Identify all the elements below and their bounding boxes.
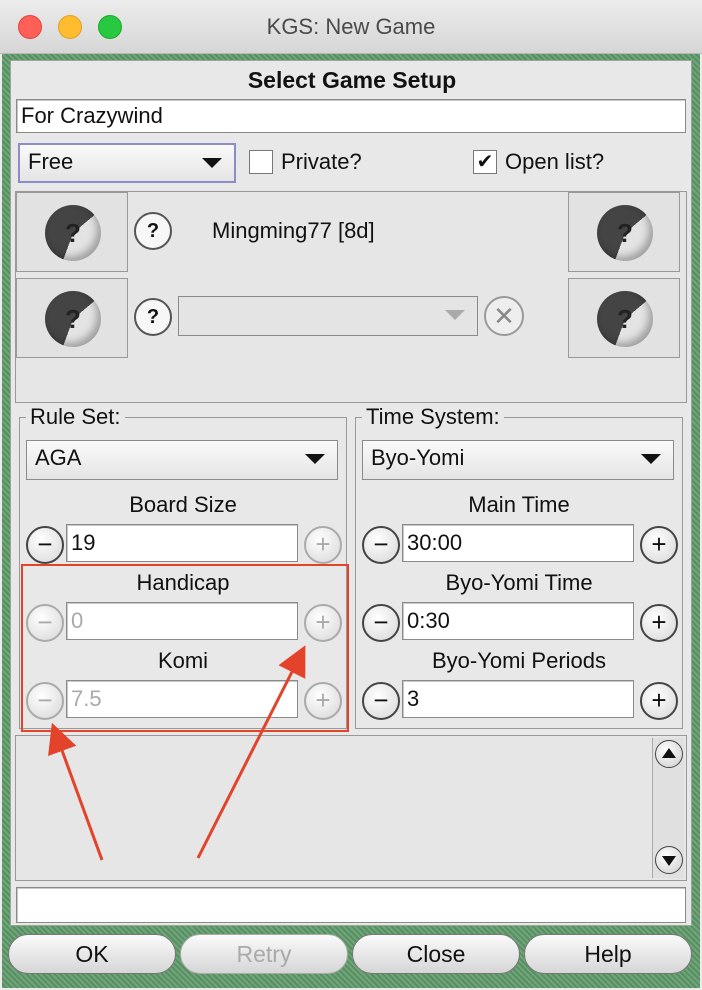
main-time-increment-button[interactable]: + (640, 526, 678, 564)
rule-set-select[interactable]: AGA (26, 440, 338, 480)
chevron-down-icon (445, 310, 465, 320)
byo-yomi-periods-increment-button[interactable]: + (640, 682, 678, 720)
chevron-down-icon (202, 158, 222, 168)
title-bar: KGS: New Game (0, 0, 702, 54)
dialog-frame: Select Game Setup For Crazywind Free Pri… (2, 54, 700, 988)
board-size-decrement-button[interactable]: − (26, 526, 64, 564)
byo-yomi-time-decrement-button[interactable]: − (362, 604, 400, 642)
byo-yomi-periods-decrement-button[interactable]: − (362, 682, 400, 720)
player-name: Mingming77 [8d] (212, 218, 375, 243)
opponent-avatar-black[interactable]: ? (16, 278, 128, 358)
scroll-up-button[interactable] (655, 740, 683, 768)
window-title: KGS: New Game (266, 14, 436, 39)
board-size-label: Board Size (129, 492, 237, 517)
unknown-player-stone-icon: ? (597, 205, 653, 261)
byo-yomi-time-label: Byo-Yomi Time (445, 570, 593, 595)
opponent-select[interactable] (178, 296, 478, 336)
game-type-select[interactable]: Free (18, 143, 236, 183)
help-button[interactable]: Help (524, 934, 692, 974)
opponent-avatar-white[interactable]: ? (568, 278, 680, 358)
main-time-label: Main Time (468, 492, 570, 517)
annotation-highlight-box (21, 564, 349, 732)
open-list-checkbox-label: Open list? (505, 149, 605, 174)
game-description-field[interactable]: For Crazywind (16, 99, 686, 133)
chevron-down-icon (305, 454, 325, 464)
chat-scrollbar[interactable] (652, 738, 684, 878)
dialog-title: Select Game Setup (247, 67, 457, 93)
board-size-field[interactable]: 19 (66, 524, 298, 562)
player-avatar-black[interactable]: ? (16, 192, 128, 272)
private-checkbox-label: Private? (281, 149, 362, 174)
byo-yomi-time-field[interactable]: 0:30 (402, 602, 634, 640)
unknown-player-stone-icon: ? (597, 291, 653, 347)
ok-button[interactable]: OK (8, 934, 176, 974)
main-time-field[interactable]: 30:00 (402, 524, 634, 562)
time-system-select[interactable]: Byo-Yomi (362, 440, 674, 480)
player-avatar-white[interactable]: ? (568, 192, 680, 272)
private-checkbox-box[interactable] (249, 150, 273, 174)
time-system-value: Byo-Yomi (371, 445, 465, 470)
open-list-checkbox-box[interactable]: ✔ (473, 150, 497, 174)
board-size-increment-button[interactable]: + (304, 526, 342, 564)
open-list-checkbox[interactable]: ✔ Open list? (473, 149, 604, 175)
time-system-label: Time System: (362, 404, 504, 430)
arrow-up-icon (662, 748, 676, 758)
player-info-button[interactable]: ? (134, 212, 172, 250)
unknown-player-stone-icon: ? (45, 291, 101, 347)
byo-yomi-periods-label: Byo-Yomi Periods (431, 648, 607, 673)
game-type-value: Free (28, 149, 74, 174)
byo-yomi-periods-field[interactable]: 3 (402, 680, 634, 718)
chat-area[interactable] (15, 735, 687, 881)
time-system-group: Time System: Byo-Yomi Main Time − 30:00 … (355, 404, 683, 729)
chevron-down-icon (641, 454, 661, 464)
dialog-content: Select Game Setup For Crazywind Free Pri… (10, 60, 692, 926)
close-button[interactable]: Close (352, 934, 520, 974)
byo-yomi-time-increment-button[interactable]: + (640, 604, 678, 642)
scroll-down-button[interactable] (655, 846, 683, 874)
checkmark-icon: ✔ (476, 151, 494, 173)
private-checkbox[interactable]: Private? (249, 149, 362, 175)
arrow-down-icon (662, 856, 676, 866)
main-time-decrement-button[interactable]: − (362, 526, 400, 564)
rule-set-value: AGA (35, 445, 82, 470)
retry-button[interactable]: Retry (180, 934, 348, 974)
players-panel: ? ? Mingming77 [8d] ? ? ? ✕ ? (15, 191, 687, 403)
opponent-info-button[interactable]: ? (134, 298, 172, 336)
rule-set-label: Rule Set: (26, 404, 125, 430)
chat-input[interactable] (16, 887, 686, 923)
unknown-player-stone-icon: ? (45, 205, 101, 261)
clear-opponent-button[interactable]: ✕ (484, 296, 524, 336)
